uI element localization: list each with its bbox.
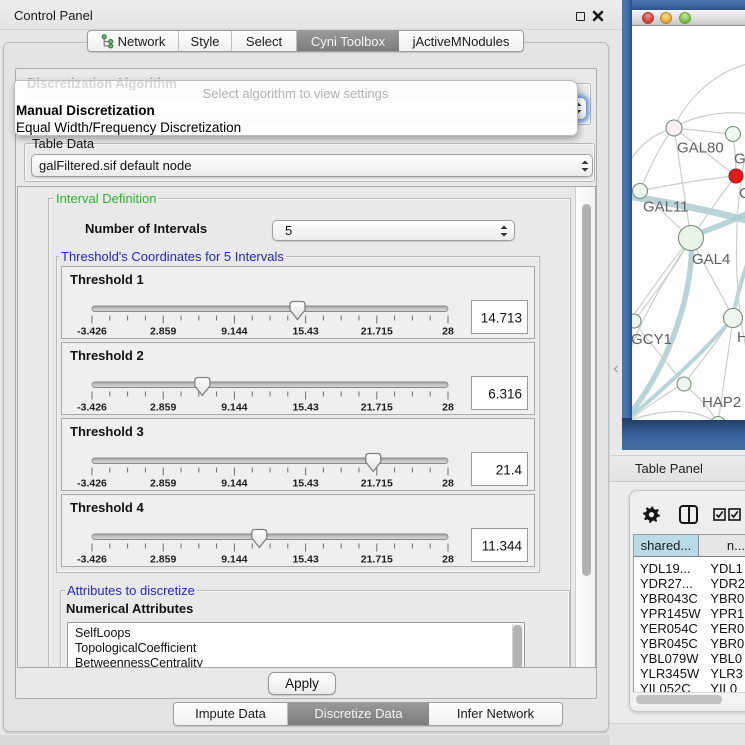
svg-text:21.715: 21.715 <box>361 553 393 565</box>
svg-text:15.43: 15.43 <box>292 553 318 565</box>
svg-text:15.43: 15.43 <box>292 401 318 413</box>
svg-text:Threshold 2: Threshold 2 <box>70 348 144 363</box>
svg-text:6.316: 6.316 <box>488 386 522 401</box>
svg-text:Threshold 3: Threshold 3 <box>70 424 144 439</box>
svg-text:2.859: 2.859 <box>150 325 176 337</box>
svg-text:28: 28 <box>442 553 454 565</box>
svg-text:21.715: 21.715 <box>361 477 393 489</box>
svg-text:Threshold 4: Threshold 4 <box>70 500 144 515</box>
svg-text:21.4: 21.4 <box>496 462 523 477</box>
svg-text:9.144: 9.144 <box>221 477 247 489</box>
svg-text:21.715: 21.715 <box>361 325 393 337</box>
svg-text:-3.426: -3.426 <box>77 477 107 489</box>
svg-text:28: 28 <box>442 325 454 337</box>
svg-text:-3.426: -3.426 <box>77 401 107 413</box>
svg-text:2.859: 2.859 <box>150 401 176 413</box>
svg-text:GCY1: GCY1 <box>632 331 672 348</box>
svg-text:C: C <box>739 185 745 202</box>
svg-text:GAL4: GAL4 <box>692 251 730 268</box>
svg-text:2.859: 2.859 <box>150 477 176 489</box>
svg-text:H: H <box>737 329 745 346</box>
svg-text:14.713: 14.713 <box>481 310 522 325</box>
svg-text:21.715: 21.715 <box>361 401 393 413</box>
svg-text:9.144: 9.144 <box>221 325 247 337</box>
svg-text:15.43: 15.43 <box>292 325 318 337</box>
svg-text:HAP2: HAP2 <box>702 394 741 411</box>
svg-text:GAL80: GAL80 <box>677 140 724 157</box>
svg-text:15.43: 15.43 <box>292 477 318 489</box>
svg-text:2.859: 2.859 <box>150 553 176 565</box>
svg-text:GAL11: GAL11 <box>643 199 689 216</box>
svg-text:-3.426: -3.426 <box>77 553 107 565</box>
svg-text:28: 28 <box>442 401 454 413</box>
svg-text:GAL: GAL <box>734 151 745 168</box>
svg-text:9.144: 9.144 <box>221 401 247 413</box>
svg-text:11.344: 11.344 <box>482 538 523 553</box>
svg-text:9.144: 9.144 <box>221 553 247 565</box>
svg-text:28: 28 <box>442 477 454 489</box>
svg-text:-3.426: -3.426 <box>77 325 107 337</box>
svg-text:Threshold 1: Threshold 1 <box>70 272 144 287</box>
